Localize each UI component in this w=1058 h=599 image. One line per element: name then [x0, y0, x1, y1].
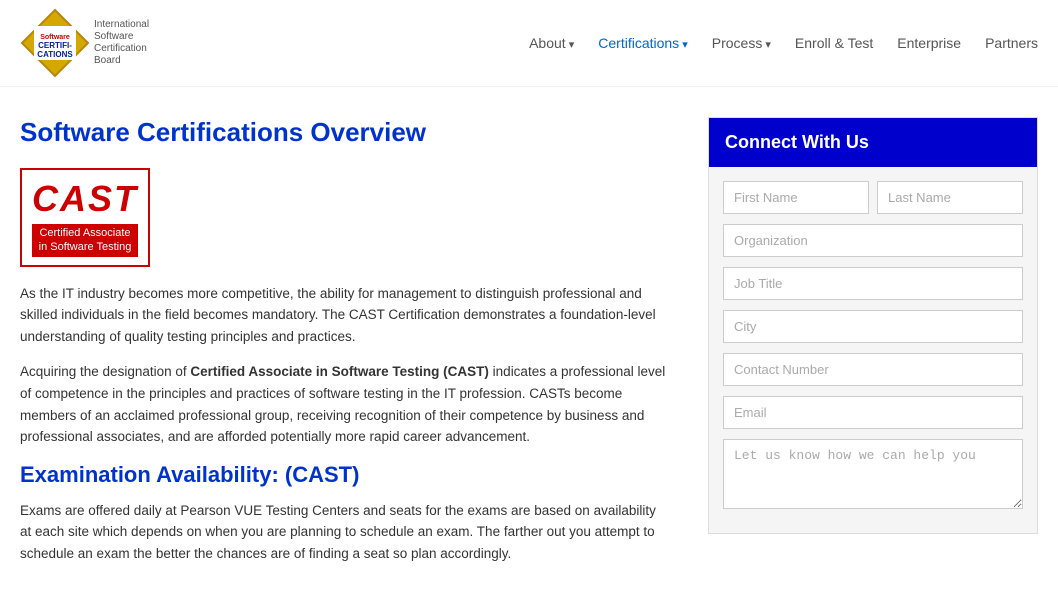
main-container: Software Certifications Overview CAST Ce… — [0, 87, 1058, 599]
connect-header: Connect With Us — [709, 118, 1037, 167]
last-name-input[interactable] — [877, 181, 1023, 214]
page-title: Software Certifications Overview — [20, 117, 668, 148]
main-nav: About Certifications Process Enroll & Te… — [529, 35, 1038, 51]
nav-partners[interactable]: Partners — [985, 35, 1038, 51]
contact-number-row — [723, 353, 1023, 386]
sidebar-right: Connect With Us — [708, 117, 1038, 579]
nav-about[interactable]: About — [529, 35, 574, 51]
svg-text:CATIONS: CATIONS — [37, 50, 73, 59]
paragraph-2-bold: Certified Associate in Software Testing … — [190, 364, 489, 379]
job-title-row — [723, 267, 1023, 300]
logo-container[interactable]: Software CERTIFI- CATIONS International … — [20, 8, 174, 78]
message-row — [723, 439, 1023, 509]
connect-box: Connect With Us — [708, 117, 1038, 534]
city-row — [723, 310, 1023, 343]
cast-logo: CAST Certified Associate in Software Tes… — [20, 168, 150, 267]
paragraph-1: As the IT industry becomes more competit… — [20, 283, 668, 348]
organization-row — [723, 224, 1023, 257]
cast-logo-sub: Certified Associate in Software Testing — [32, 224, 138, 257]
organization-input[interactable] — [723, 224, 1023, 257]
email-row — [723, 396, 1023, 429]
city-input[interactable] — [723, 310, 1023, 343]
nav-process[interactable]: Process — [712, 35, 771, 51]
logo-subtext: International Software Certification Boa… — [94, 19, 174, 67]
nav-enterprise[interactable]: Enterprise — [897, 35, 961, 51]
first-name-input[interactable] — [723, 181, 869, 214]
message-textarea[interactable] — [723, 439, 1023, 509]
header: Software CERTIFI- CATIONS International … — [0, 0, 1058, 87]
cast-logo-text: CAST — [32, 178, 138, 220]
paragraph-2-prefix: Acquiring the designation of — [20, 364, 190, 379]
nav-certifications[interactable]: Certifications — [598, 35, 688, 51]
logo-icon: Software CERTIFI- CATIONS — [20, 8, 90, 78]
content-left: Software Certifications Overview CAST Ce… — [20, 117, 708, 579]
nav-enroll-test[interactable]: Enroll & Test — [795, 35, 873, 51]
svg-text:CERTIFI-: CERTIFI- — [38, 41, 72, 50]
paragraph-2: Acquiring the designation of Certified A… — [20, 361, 668, 447]
job-title-input[interactable] — [723, 267, 1023, 300]
exam-text: Exams are offered daily at Pearson VUE T… — [20, 500, 668, 565]
contact-number-input[interactable] — [723, 353, 1023, 386]
email-input[interactable] — [723, 396, 1023, 429]
name-row — [723, 181, 1023, 214]
form-body — [709, 167, 1037, 533]
svg-text:Software: Software — [40, 34, 70, 41]
exam-title: Examination Availability: (CAST) — [20, 462, 668, 488]
